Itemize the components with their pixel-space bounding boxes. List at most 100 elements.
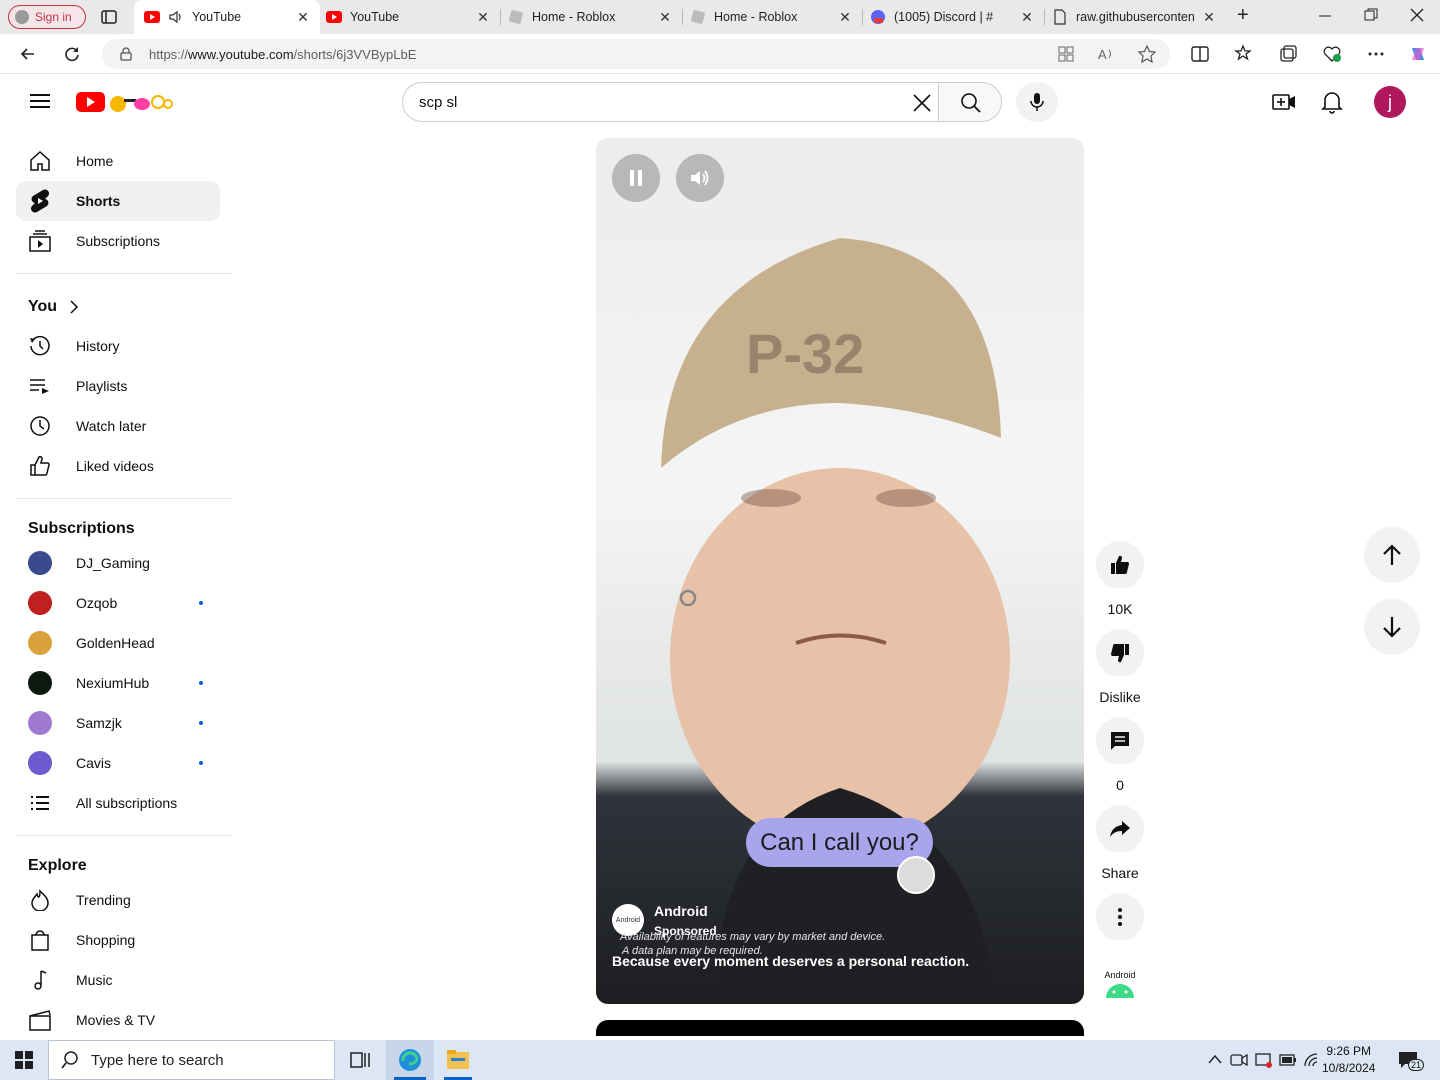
menu-icon[interactable] — [30, 93, 50, 109]
speaker-icon[interactable] — [168, 9, 184, 25]
sidebar-item-watch-later[interactable]: Watch later — [16, 406, 220, 446]
sidebar-item-all-subscriptions[interactable]: All subscriptions — [16, 783, 220, 823]
sidebar-channel-samzjk[interactable]: Samzjk — [16, 703, 220, 743]
favorite-star-icon[interactable] — [1138, 45, 1156, 63]
sidebar-item-shorts[interactable]: Shorts — [16, 181, 220, 221]
tab-close-icon[interactable]: ✕ — [838, 9, 852, 26]
browser-essentials-icon[interactable] — [1322, 44, 1342, 64]
next-short-preview[interactable] — [596, 1020, 1084, 1036]
voice-search-button[interactable] — [1016, 82, 1058, 122]
tab-roblox-1[interactable]: Home - Roblox ✕ — [498, 0, 682, 34]
meet-now-icon[interactable] — [1230, 1052, 1248, 1068]
sidebar-item-home[interactable]: Home — [16, 141, 220, 181]
list-icon — [31, 796, 49, 810]
taskbar-file-explorer-button[interactable] — [434, 1040, 482, 1080]
read-aloud-icon[interactable]: A — [1098, 46, 1114, 62]
sidebar-item-shopping[interactable]: Shopping — [16, 920, 220, 960]
more-icon[interactable] — [1366, 44, 1386, 64]
sign-in-label: Sign in — [35, 10, 72, 24]
sidebar-channel-nexiumhub[interactable]: NexiumHub — [16, 663, 220, 703]
youtube-logo-icon[interactable] — [76, 90, 176, 114]
battery-icon[interactable] — [1279, 1053, 1297, 1067]
video-frame-illustration: P-32 — [661, 238, 1010, 998]
app-available-icon[interactable] — [1058, 46, 1074, 62]
sidebar-channel-goldenhead[interactable]: GoldenHead — [16, 623, 220, 663]
like-action[interactable]: 10K — [1096, 541, 1144, 617]
account-avatar[interactable]: j — [1374, 86, 1406, 118]
previous-short-button[interactable] — [1364, 527, 1420, 583]
url-field[interactable]: https://www.youtube.com/shorts/6j3VVBypL… — [102, 39, 1170, 69]
sidebar-item-liked-videos[interactable]: Liked videos — [16, 446, 220, 486]
search-input[interactable]: scp sl — [402, 82, 939, 122]
sidebar-item-label: Cavis — [76, 755, 112, 771]
channel-logo[interactable]: Android — [1100, 970, 1140, 998]
comments-action[interactable]: 0 — [1096, 717, 1144, 793]
sidebar-item-subscriptions[interactable]: Subscriptions — [16, 221, 220, 261]
advertiser-name[interactable]: Android — [654, 903, 708, 919]
sidebar-item-playlists[interactable]: Playlists — [16, 366, 220, 406]
sidebar-item-label: Shopping — [76, 932, 136, 948]
sidebar-channel-dj-gaming[interactable]: DJ_Gaming — [16, 543, 220, 583]
taskbar-search-box[interactable]: Type here to search — [48, 1040, 335, 1080]
tray-overflow-chevron-icon[interactable] — [1208, 1054, 1222, 1064]
avatar — [28, 591, 52, 615]
restore-icon[interactable] — [1364, 8, 1378, 22]
short-video-player[interactable]: P-32 Can I call you? Android Android Spo… — [596, 138, 1084, 1004]
new-tab-button[interactable]: + — [1237, 4, 1249, 27]
sidebar-channel-ozqob[interactable]: Ozqob — [16, 583, 220, 623]
lock-icon[interactable] — [119, 47, 133, 61]
avatar — [28, 751, 52, 775]
sidebar-item-movies-tv[interactable]: Movies & TV — [16, 1000, 220, 1036]
sidebar-item-history[interactable]: History — [16, 326, 220, 366]
share-action[interactable]: Share — [1096, 805, 1144, 881]
task-view-icon[interactable] — [350, 1051, 370, 1069]
sidebar-channel-cavis[interactable]: Cavis — [16, 743, 220, 783]
tab-close-icon[interactable]: ✕ — [296, 9, 310, 26]
back-icon[interactable] — [18, 44, 38, 64]
more-options-action[interactable] — [1096, 893, 1144, 941]
browser-sign-in-button[interactable]: Sign in — [8, 5, 86, 29]
tab-close-icon[interactable]: ✕ — [476, 9, 490, 26]
taskbar-clock[interactable]: 9:26 PM 10/8/2024 — [1322, 1043, 1375, 1077]
favorites-icon[interactable] — [1234, 44, 1254, 64]
create-video-icon[interactable] — [1272, 91, 1296, 113]
tab-title: YouTube — [350, 10, 400, 24]
tab-actions-icon[interactable] — [100, 8, 118, 26]
liked-videos-icon — [30, 455, 50, 476]
copilot-icon[interactable] — [1408, 44, 1428, 64]
tab-title: (1005) Discord | # — [894, 10, 994, 24]
window-close-icon[interactable] — [1410, 8, 1424, 22]
next-short-button[interactable] — [1364, 599, 1420, 655]
search-button[interactable] — [938, 82, 1002, 122]
notification-center-button[interactable]: 21 — [1398, 1051, 1425, 1071]
tab-discord[interactable]: (1005) Discord | # ✕ — [860, 0, 1044, 34]
sidebar-item-music[interactable]: Music — [16, 960, 220, 1000]
tab-title: YouTube — [192, 10, 242, 24]
clear-search-icon[interactable] — [913, 94, 931, 112]
microphone-icon — [1030, 93, 1044, 111]
avatar — [28, 551, 52, 575]
tab-close-icon[interactable]: ✕ — [1202, 9, 1216, 26]
tab-roblox-2[interactable]: Home - Roblox ✕ — [680, 0, 862, 34]
taskbar-edge-button[interactable] — [386, 1040, 434, 1080]
new-content-dot — [199, 681, 203, 685]
collections-icon[interactable] — [1278, 44, 1298, 64]
tab-github-raw[interactable]: raw.githubuserconten ✕ — [1042, 0, 1226, 34]
minimize-icon[interactable] — [1318, 8, 1332, 22]
wifi-icon[interactable] — [1303, 1052, 1321, 1068]
tab-close-icon[interactable]: ✕ — [658, 9, 672, 26]
split-screen-icon[interactable] — [1190, 44, 1210, 64]
sidebar-explore-heading: Explore — [28, 857, 87, 874]
tab-youtube-active[interactable]: YouTube ✕ — [134, 0, 320, 34]
volume-button[interactable] — [676, 154, 724, 202]
windows-start-icon[interactable] — [15, 1051, 33, 1069]
notifications-bell-icon[interactable] — [1321, 90, 1343, 114]
refresh-icon[interactable] — [62, 44, 82, 64]
pause-button[interactable] — [612, 154, 660, 202]
tab-close-icon[interactable]: ✕ — [1020, 9, 1034, 26]
tab-youtube[interactable]: YouTube ✕ — [316, 0, 500, 34]
sidebar-you-heading[interactable]: You — [28, 298, 79, 316]
dislike-action[interactable]: Dislike — [1096, 629, 1144, 705]
defender-icon[interactable] — [1255, 1052, 1273, 1068]
sidebar-item-trending[interactable]: Trending — [16, 880, 220, 920]
